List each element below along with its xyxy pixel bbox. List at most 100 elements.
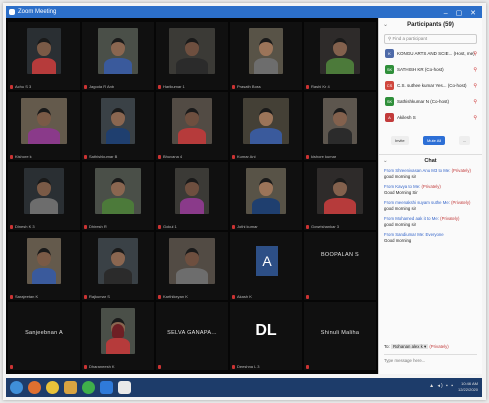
video-feed bbox=[317, 168, 363, 214]
gallery-view: Achu S 3 Jagoda R Anb Harikumar 1 Prasath B… bbox=[6, 18, 378, 374]
taskbar-clock: 10:46 AM 12/22/2020 bbox=[457, 381, 478, 392]
start-button-icon[interactable] bbox=[10, 381, 23, 394]
private-flag: (Privately) bbox=[440, 216, 460, 221]
muted-mic-icon bbox=[232, 85, 235, 89]
side-panel: ⌄ Participants (59) ⚲ Find a participant… bbox=[378, 18, 482, 374]
muted-mic-icon bbox=[10, 155, 13, 159]
video-tile[interactable]: Achu S 3 bbox=[8, 22, 80, 90]
video-tile[interactable]: Jagoda R Anb bbox=[82, 22, 154, 90]
chrome-icon[interactable] bbox=[82, 381, 95, 394]
video-tile[interactable]: Sanjeebnan A bbox=[8, 302, 80, 370]
avatar: CS bbox=[385, 81, 394, 90]
video-tile[interactable]: kishore kumar bbox=[304, 92, 376, 160]
muted-mic-icon bbox=[232, 295, 235, 299]
recipient-select[interactable]: Rohanan alex k ▾ bbox=[390, 344, 429, 349]
collapse-chevron-icon[interactable]: ⌄ bbox=[383, 18, 388, 32]
participant-row[interactable]: K KONGU ARTS AND SCIE... (Host, me) ⚲ bbox=[379, 46, 482, 62]
participant-name-label: Kumar Ani bbox=[237, 154, 256, 159]
mic-status-icon[interactable]: ⚲ bbox=[473, 94, 477, 110]
video-tile[interactable]: Rashi Kr 4 bbox=[304, 22, 376, 90]
participant-list: K KONGU ARTS AND SCIE... (Host, me) ⚲ SK SAT… bbox=[379, 46, 482, 126]
app-icon[interactable] bbox=[118, 381, 131, 394]
video-tile[interactable]: Bhuvana 4 bbox=[156, 92, 228, 160]
muted-mic-icon bbox=[84, 155, 87, 159]
participant-name: Sathishkumar N (Co-host) bbox=[397, 99, 450, 104]
zoom-taskbar-icon[interactable] bbox=[100, 381, 113, 394]
video-tile[interactable]: A Akash K bbox=[230, 232, 302, 300]
video-tile[interactable]: Dhiresh R bbox=[82, 162, 154, 230]
video-feed bbox=[249, 28, 283, 74]
video-tile[interactable]: Kishore k bbox=[8, 92, 80, 160]
video-tile[interactable]: DL Deeshna L 3 bbox=[230, 302, 302, 370]
video-feed bbox=[101, 98, 135, 144]
participant-name-label: Gowrishankar 3 bbox=[311, 224, 340, 229]
chat-text: Good morning bbox=[384, 238, 412, 243]
chat-message: From Mohamed aak it to Me: (Privately) go… bbox=[379, 214, 482, 230]
video-tile[interactable]: Harikumar 1 bbox=[156, 22, 228, 90]
video-tile[interactable]: Karthikeyan K bbox=[156, 232, 228, 300]
window-titlebar: Zoom Meeting – ▢ ✕ bbox=[6, 6, 482, 18]
avatar: SK bbox=[385, 97, 394, 106]
chat-message: From Shreenivasan Anu M3 to Me: (Private… bbox=[379, 166, 482, 182]
muted-mic-icon bbox=[158, 295, 161, 299]
video-feed bbox=[112, 324, 124, 338]
chat-input[interactable]: Type message here... bbox=[384, 354, 477, 366]
participant-row[interactable]: A Akilesh S ⚲ bbox=[379, 110, 482, 126]
file-explorer-icon[interactable] bbox=[64, 381, 77, 394]
participant-name-label: Harikumar 1 bbox=[163, 84, 185, 89]
video-tile[interactable]: BOOPALAN S bbox=[304, 232, 376, 300]
chat-sender-text: From meenakshi suyam suthe Me: bbox=[384, 200, 450, 205]
video-tile[interactable]: Shinuli Maliha bbox=[304, 302, 376, 370]
chat-sender-text: From Kavya to Me: bbox=[384, 184, 421, 189]
mic-status-icon[interactable]: ⚲ bbox=[473, 110, 477, 126]
invite-button[interactable]: Invite bbox=[391, 136, 409, 145]
participant-name: KONGU ARTS AND SCIE... (Host, me) bbox=[397, 51, 475, 56]
video-tile[interactable]: Rajkumar S bbox=[82, 232, 154, 300]
avatar: A bbox=[385, 113, 394, 122]
participant-display-name: SELVA GANAPA... bbox=[167, 330, 217, 336]
participant-row[interactable]: CS C.S. suthee kumar Yes... (Co-host) ⚲ bbox=[379, 78, 482, 94]
chat-text: good morning sir bbox=[384, 206, 417, 211]
participants-header: ⌄ Participants (59) bbox=[379, 18, 482, 32]
chat-sender-text: From Shreenivasan Anu M3 to Me: bbox=[384, 168, 451, 173]
chat-title: Chat bbox=[424, 158, 437, 164]
chat-sender-text: From Mohamed aak it to Me: bbox=[384, 216, 439, 221]
participant-search-input[interactable]: ⚲ Find a participant bbox=[384, 34, 477, 44]
media-player-icon[interactable] bbox=[28, 381, 41, 394]
participant-row[interactable]: SK SATHISH KR (Co-host) ⚲ bbox=[379, 62, 482, 78]
muted-mic-icon bbox=[10, 295, 13, 299]
browser-icon[interactable] bbox=[46, 381, 59, 394]
participant-name-label: Sathishkumar B bbox=[89, 154, 118, 159]
mic-status-icon[interactable]: ⚲ bbox=[473, 46, 477, 62]
mic-status-icon[interactable]: ⚲ bbox=[473, 62, 477, 78]
participant-name: C.S. suthee kumar Yes... (Co-host) bbox=[397, 83, 467, 88]
participant-display-name: Sanjeebnan A bbox=[25, 330, 63, 336]
mute-all-button[interactable]: Mute All bbox=[423, 136, 446, 145]
video-tile[interactable]: Gowrishankar 3 bbox=[304, 162, 376, 230]
system-tray[interactable]: ▲ ◂) ▪ ▪ bbox=[429, 383, 454, 389]
collapse-chevron-icon[interactable]: ⌄ bbox=[383, 155, 388, 167]
video-feed bbox=[175, 168, 209, 214]
video-tile[interactable]: Gokul 1 bbox=[156, 162, 228, 230]
participant-name-label: Rashi Kr 4 bbox=[311, 84, 330, 89]
video-tile[interactable]: Sarajeetan K bbox=[8, 232, 80, 300]
muted-mic-icon bbox=[84, 295, 87, 299]
video-tile[interactable]: Dharaneesh K bbox=[82, 302, 154, 370]
video-tile[interactable]: Kumar Ani bbox=[230, 92, 302, 160]
mic-status-icon[interactable]: ⚲ bbox=[473, 78, 477, 94]
participant-name-label: Kishore k bbox=[15, 154, 32, 159]
participant-name-label: Jagoda R Anb bbox=[89, 84, 115, 89]
video-tile[interactable]: Prasath Boss bbox=[230, 22, 302, 90]
participant-name-label: kishore kumar bbox=[311, 154, 337, 159]
video-tile[interactable]: SELVA GANAPA... bbox=[156, 302, 228, 370]
video-tile[interactable]: Sathishkumar B bbox=[82, 92, 154, 160]
participant-name-label: Dinesh K 3 bbox=[15, 224, 35, 229]
more-button[interactable]: ... bbox=[459, 136, 471, 145]
participant-row[interactable]: SK Sathishkumar N (Co-host) ⚲ bbox=[379, 94, 482, 110]
video-tile[interactable]: Dinesh K 3 bbox=[8, 162, 80, 230]
video-tile[interactable]: Jothi kumar bbox=[230, 162, 302, 230]
video-feed bbox=[246, 168, 286, 214]
participant-name: Akilesh S bbox=[397, 115, 416, 120]
chat-text: good morning sir bbox=[384, 222, 417, 227]
chat-message: From Sandiumar Me: Everyone Good morning bbox=[379, 230, 482, 246]
